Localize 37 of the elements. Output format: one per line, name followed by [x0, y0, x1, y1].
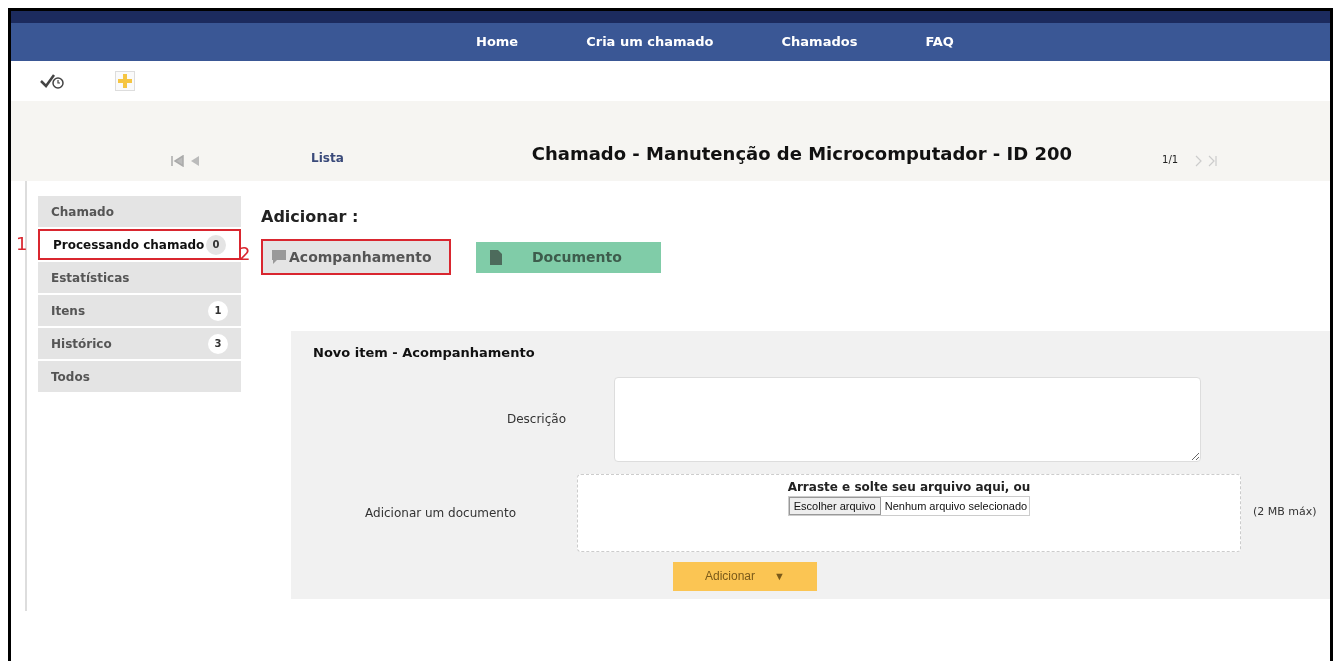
check-clock-icon[interactable]: [39, 73, 65, 89]
nav-link[interactable]: Home: [476, 32, 519, 52]
description-field[interactable]: [614, 376, 1201, 462]
pager-count: 1/1: [1162, 153, 1179, 167]
field-label: Descrição: [505, 411, 566, 428]
nav-link[interactable]: Chamados: [781, 32, 858, 52]
nav-link[interactable]: FAQ: [925, 32, 954, 52]
size-note: (2 MB máx): [1253, 504, 1317, 521]
file-field[interactable]: Escolher arquivo Nenhum arquivo selecionado: [787, 495, 1031, 516]
list-link[interactable]: Lista: [311, 149, 344, 167]
page-title: Chamado - Manutenção de Microcomputador - ID 200: [531, 142, 1073, 166]
count-badge: 0: [206, 234, 226, 255]
count-badge: 3: [208, 333, 228, 354]
add-heading: Adicionar :: [261, 206, 360, 228]
first-page-icon[interactable]: [171, 155, 185, 167]
field-label: Adicionar um documento: [364, 504, 516, 522]
sidebar-tab[interactable]: Estatísticas: [38, 262, 241, 293]
drop-text: Arraste e solte seu arquivo aqui, ou: [787, 478, 1031, 496]
submit-button[interactable]: Adicionar ▼: [673, 561, 817, 591]
plus-icon[interactable]: [115, 71, 135, 91]
sidebar-tab[interactable]: Todos: [38, 361, 241, 392]
document-icon: [490, 249, 502, 265]
sidebar-tab[interactable]: Chamado: [38, 196, 241, 227]
sidebar-tab[interactable]: Processando chamado 0: [38, 229, 241, 260]
sidebar-tab[interactable]: Itens 1: [38, 295, 241, 326]
caret-icon: ▼: [774, 567, 785, 585]
sidebar-tab[interactable]: Histórico 3: [38, 328, 241, 359]
last-page-icon[interactable]: [1208, 155, 1219, 167]
count-badge: 1: [208, 300, 228, 321]
document-button[interactable]: Documento: [476, 241, 661, 273]
nav-link[interactable]: Cria um chamado: [586, 32, 714, 52]
previous-icon[interactable]: [189, 155, 201, 167]
speech-bubble-icon: [271, 249, 287, 265]
form-title: Novo item - Acompanhamento: [312, 344, 536, 362]
followup-button[interactable]: Acompanhamento: [261, 239, 451, 275]
annotation-number: 1: [16, 235, 28, 253]
drop-zone[interactable]: Arraste e solte seu arquivo aqui, ou Escolher arquivo Nenhum arquivo selecionado: [577, 473, 1241, 552]
